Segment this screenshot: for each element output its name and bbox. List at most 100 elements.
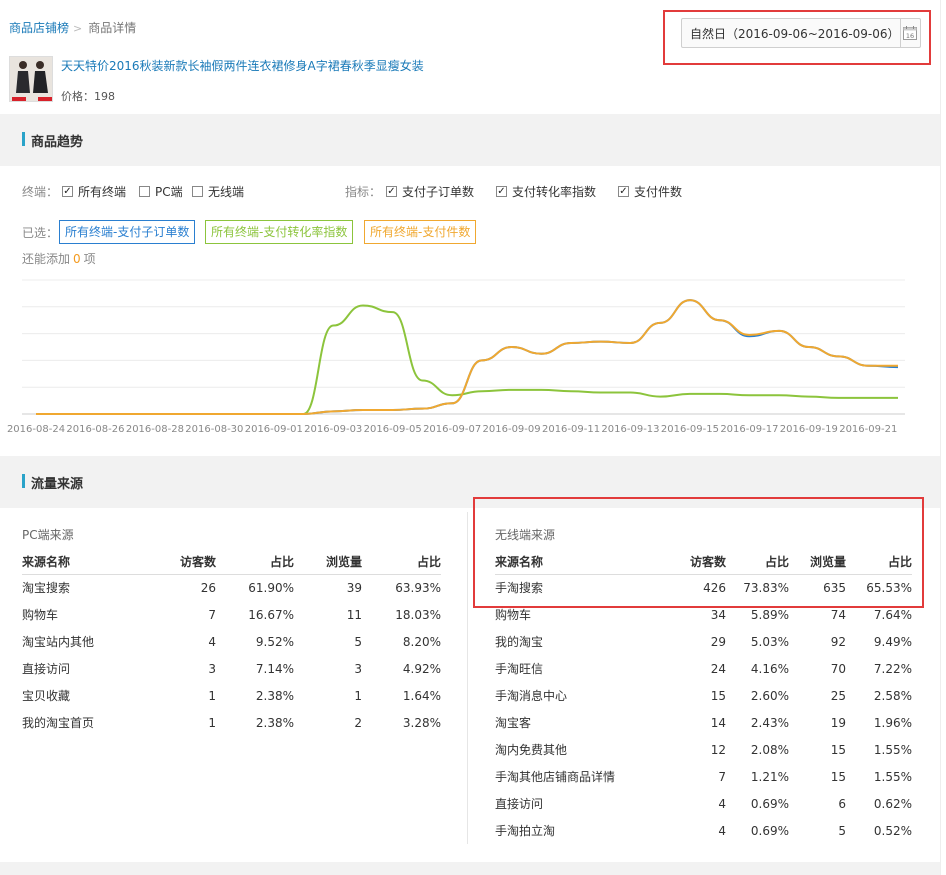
selected-tag-orders[interactable]: 所有终端-支付子订单数 [59, 220, 196, 244]
column-header: 占比 [216, 550, 294, 575]
table-row: 手淘旺信 24 4.16% 70 7.22% [495, 655, 912, 682]
metric-option-label: 支付转化率指数 [512, 185, 597, 199]
value-cell: 4.16% [750, 661, 789, 676]
x-tick-label: 2016-08-24 [7, 424, 65, 435]
value-cell: 15 [710, 688, 726, 703]
date-range-picker[interactable]: 自然日（2016-09-06~2016-09-06） 16 [681, 18, 921, 48]
terminal-option-label: PC端 [155, 185, 183, 199]
table-row: 我的淘宝 29 5.03% 92 9.49% [495, 628, 912, 655]
value-cell: 9.49% [873, 634, 912, 649]
column-header: 占比 [362, 550, 441, 575]
calendar-day: 16 [906, 32, 914, 40]
metric-filter-label: 指标： [345, 185, 382, 199]
breadcrumb-current: 商品详情 [88, 21, 137, 35]
value-cell: 92 [830, 634, 846, 649]
breadcrumb: 商品店铺榜 > 商品详情 [9, 19, 136, 36]
table-row: 淘宝搜索 26 61.90% 39 63.93% [22, 574, 441, 601]
table-row: 手淘消息中心 15 2.60% 25 2.58% [495, 682, 912, 709]
product-thumbnail[interactable] [9, 56, 53, 102]
section-marker [22, 132, 25, 146]
panel-divider [467, 512, 468, 844]
value-cell: 1.96% [873, 715, 912, 730]
value-cell: 4 [718, 823, 726, 838]
date-range-value: 自然日（2016-09-06~2016-09-06） [690, 26, 900, 41]
x-tick-label: 2016-09-17 [720, 424, 778, 435]
checkbox-checked-icon[interactable]: ✓ [618, 186, 629, 197]
source-name-cell: 淘宝搜索 [22, 581, 71, 596]
value-cell: 7 [208, 607, 216, 622]
x-tick-label: 2016-08-26 [66, 424, 124, 435]
value-cell: 26 [200, 580, 216, 595]
value-cell: 6 [838, 796, 846, 811]
value-cell: 24 [710, 661, 726, 676]
value-cell: 7 [718, 769, 726, 784]
column-header: 来源名称 [22, 550, 140, 575]
checkbox-checked-icon[interactable]: ✓ [496, 186, 507, 197]
x-tick-label: 2016-09-05 [364, 424, 422, 435]
value-cell: 3.28% [402, 715, 441, 730]
source-name-cell: 手淘消息中心 [495, 689, 568, 703]
chart-series-line-0[interactable] [36, 299, 899, 415]
x-tick-label: 2016-08-28 [126, 424, 184, 435]
checkbox-checked-icon[interactable]: ✓ [386, 186, 397, 197]
metric-option-orders[interactable]: ✓ 支付子订单数 [386, 183, 474, 200]
terminal-option-mobile[interactable]: 无线端 [192, 183, 244, 200]
value-cell: 2.43% [750, 715, 789, 730]
value-cell: 1.55% [873, 769, 912, 784]
pc-sources-panel: PC端来源 来源名称 访客数 占比 浏览量 占比 淘宝搜索 26 61.90% 39 6… [22, 510, 442, 850]
x-tick-label: 2016-09-13 [601, 424, 659, 435]
value-cell: 14 [710, 715, 726, 730]
value-cell: 0.52% [873, 823, 912, 838]
source-name-cell: 直接访问 [495, 797, 544, 811]
breadcrumb-separator-icon: > [73, 22, 83, 35]
mobile-top-source-highlight [473, 497, 924, 608]
table-row: 手淘其他店铺商品详情 7 1.21% 15 1.55% [495, 763, 912, 790]
terminal-option-all[interactable]: ✓ 所有终端 [62, 183, 126, 200]
value-cell: 61.90% [248, 580, 294, 595]
selected-tag-conversion[interactable]: 所有终端-支付转化率指数 [205, 220, 354, 244]
terminal-option-pc[interactable]: PC端 [139, 183, 183, 200]
checkbox-checked-icon[interactable]: ✓ [62, 186, 73, 197]
source-name-cell: 手淘其他店铺商品详情 [495, 770, 616, 784]
table-row: 淘宝站内其他 4 9.52% 5 8.20% [22, 628, 441, 655]
value-cell: 4 [208, 634, 216, 649]
calendar-icon: 16 [903, 26, 918, 40]
chart-series-line-2[interactable] [36, 299, 898, 415]
scrollbar-track[interactable] [940, 0, 946, 875]
pc-sources-title: PC端来源 [22, 528, 74, 542]
value-cell: 18.03% [395, 607, 441, 622]
value-cell: 1 [354, 688, 362, 703]
value-cell: 15 [830, 742, 846, 757]
x-tick-label: 2016-09-15 [661, 424, 719, 435]
value-cell: 70 [830, 661, 846, 676]
table-row: 淘内免费其他 12 2.08% 15 1.55% [495, 736, 912, 763]
product-price: 价格：198 [61, 90, 115, 103]
x-tick-label: 2016-09-03 [304, 424, 362, 435]
calendar-button[interactable]: 16 [899, 19, 920, 47]
value-cell: 0.69% [750, 796, 789, 811]
value-cell: 39 [346, 580, 362, 595]
value-cell: 5 [838, 823, 846, 838]
selected-tag-items[interactable]: 所有终端-支付件数 [364, 220, 477, 244]
metric-option-conversion[interactable]: ✓ 支付转化率指数 [496, 183, 596, 200]
product-title-link[interactable]: 天天特价2016秋装新款长袖假两件连衣裙修身A字裙春秋季显瘦女装 [61, 57, 424, 74]
add-more-prefix: 还能添加 [22, 252, 71, 266]
value-cell: 2.60% [750, 688, 789, 703]
x-tick-label: 2016-08-30 [185, 424, 243, 435]
metric-option-items[interactable]: ✓ 支付件数 [618, 183, 682, 200]
source-name-cell: 手淘旺信 [495, 662, 544, 676]
value-cell: 11 [346, 607, 362, 622]
value-cell: 7.22% [873, 661, 912, 676]
chart-series-line-1[interactable] [36, 304, 898, 415]
table-row: 宝贝收藏 1 2.38% 1 1.64% [22, 682, 441, 709]
breadcrumb-root-link[interactable]: 商品店铺榜 [9, 21, 69, 35]
checkbox-unchecked-icon[interactable] [139, 186, 150, 197]
value-cell: 4.92% [402, 661, 441, 676]
metric-option-label: 支付子订单数 [402, 185, 475, 199]
source-name-cell: 淘宝站内其他 [22, 635, 95, 649]
checkbox-unchecked-icon[interactable] [192, 186, 203, 197]
traffic-section-title: 流量来源 [31, 477, 84, 492]
x-tick-label: 2016-09-19 [780, 424, 838, 435]
source-name-cell: 宝贝收藏 [22, 689, 71, 703]
table-row: 手淘拍立淘 4 0.69% 5 0.52% [495, 817, 912, 844]
